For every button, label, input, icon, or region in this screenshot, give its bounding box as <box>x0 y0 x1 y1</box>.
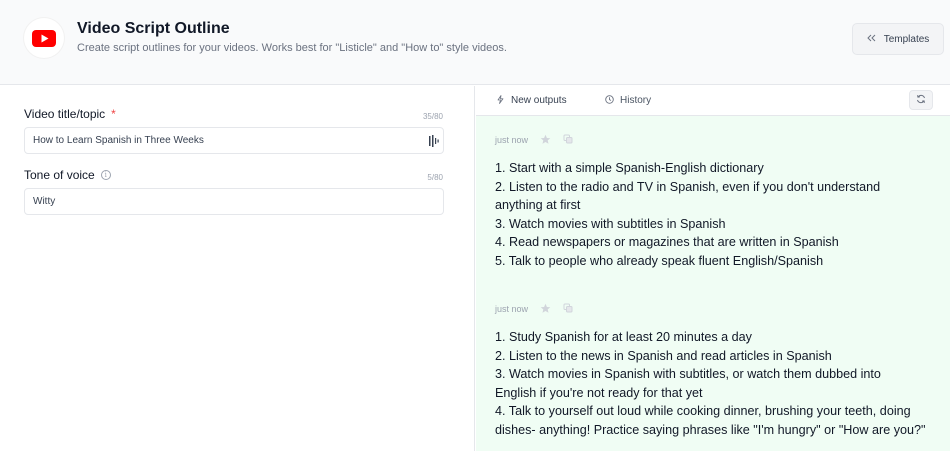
output-tabs: New outputs History <box>476 86 950 116</box>
tab-history[interactable]: History <box>605 86 651 115</box>
output-timestamp: just now <box>495 304 529 314</box>
templates-button[interactable]: Templates <box>852 23 944 55</box>
output-card: just now 1. Start with a simple Spanish-… <box>495 133 945 271</box>
output-timestamp: just now <box>495 135 529 145</box>
tab-new-outputs-label: New outputs <box>511 95 567 106</box>
output-text: 1. Study Spanish for at least 20 minutes… <box>495 328 945 440</box>
output-line: 4. Read newspapers or magazines that are… <box>495 235 839 250</box>
refresh-icon <box>916 91 926 109</box>
tab-history-label: History <box>620 95 652 106</box>
sparkle-icon <box>496 94 505 107</box>
output-text: 1. Start with a simple Spanish-English d… <box>495 159 945 271</box>
output-line: 2. Listen to the news in Spanish and rea… <box>495 348 832 363</box>
output-line: 1. Study Spanish for at least 20 minutes… <box>495 330 752 344</box>
output-card: just now 1. Study Spanish for at least 2… <box>495 302 945 440</box>
input-panel: Video title/topic * 35/80 How to Learn S… <box>0 86 475 451</box>
star-icon[interactable] <box>540 303 551 316</box>
clock-icon <box>605 94 614 107</box>
page-title: Video Script Outline <box>77 20 230 37</box>
title-field-label: Video title/topic * <box>24 107 116 121</box>
output-line: 2. Listen to the radio and TV in Spanish… <box>495 179 881 194</box>
output-line: English if you're not ready for that yet <box>495 385 703 400</box>
output-line: 5. Talk to people who already speak flue… <box>495 253 824 268</box>
tone-char-counter: 5/80 <box>427 173 443 182</box>
output-line: anything at first <box>495 198 581 213</box>
tone-of-voice-input[interactable]: Witty <box>24 188 444 215</box>
refresh-button[interactable] <box>909 90 933 110</box>
video-title-input[interactable]: How to Learn Spanish in Three Weeks <box>24 127 444 154</box>
chevrons-left-icon <box>866 34 876 45</box>
copy-icon[interactable] <box>563 303 573 315</box>
page-subtitle: Create script outlines for your videos. … <box>77 42 507 54</box>
youtube-logo-icon <box>24 18 64 58</box>
output-line: 1. Start with a simple Spanish-English d… <box>495 161 764 175</box>
output-line: dishes- anything! Practice saying phrase… <box>495 422 926 437</box>
app-header: Video Script Outline Create script outli… <box>0 0 950 85</box>
star-icon[interactable] <box>540 134 551 147</box>
copy-icon[interactable] <box>563 134 573 146</box>
title-char-counter: 35/80 <box>422 112 443 121</box>
output-line: 4. Talk to yourself out loud while cooki… <box>495 404 911 419</box>
info-icon[interactable]: i <box>100 170 111 180</box>
output-line: 3. Watch movies in Spanish with subtitle… <box>495 367 881 382</box>
title-label-text: Video title/topic <box>24 107 106 121</box>
output-line: 3. Watch movies with subtitles in Spanis… <box>495 216 726 231</box>
tone-value: Witty <box>33 196 56 207</box>
required-mark: * <box>111 107 116 121</box>
tone-field-label: Tone of voice i <box>24 168 111 182</box>
tone-label-text: Tone of voice <box>24 168 95 182</box>
output-meta: just now <box>495 302 945 316</box>
tab-new-outputs[interactable]: New outputs <box>496 86 567 115</box>
dictation-icon[interactable] <box>428 134 440 148</box>
output-meta: just now <box>495 133 945 147</box>
video-title-value: How to Learn Spanish in Three Weeks <box>33 135 204 146</box>
templates-label: Templates <box>883 33 930 45</box>
outputs-panel: just now 1. Start with a simple Spanish-… <box>476 116 950 451</box>
